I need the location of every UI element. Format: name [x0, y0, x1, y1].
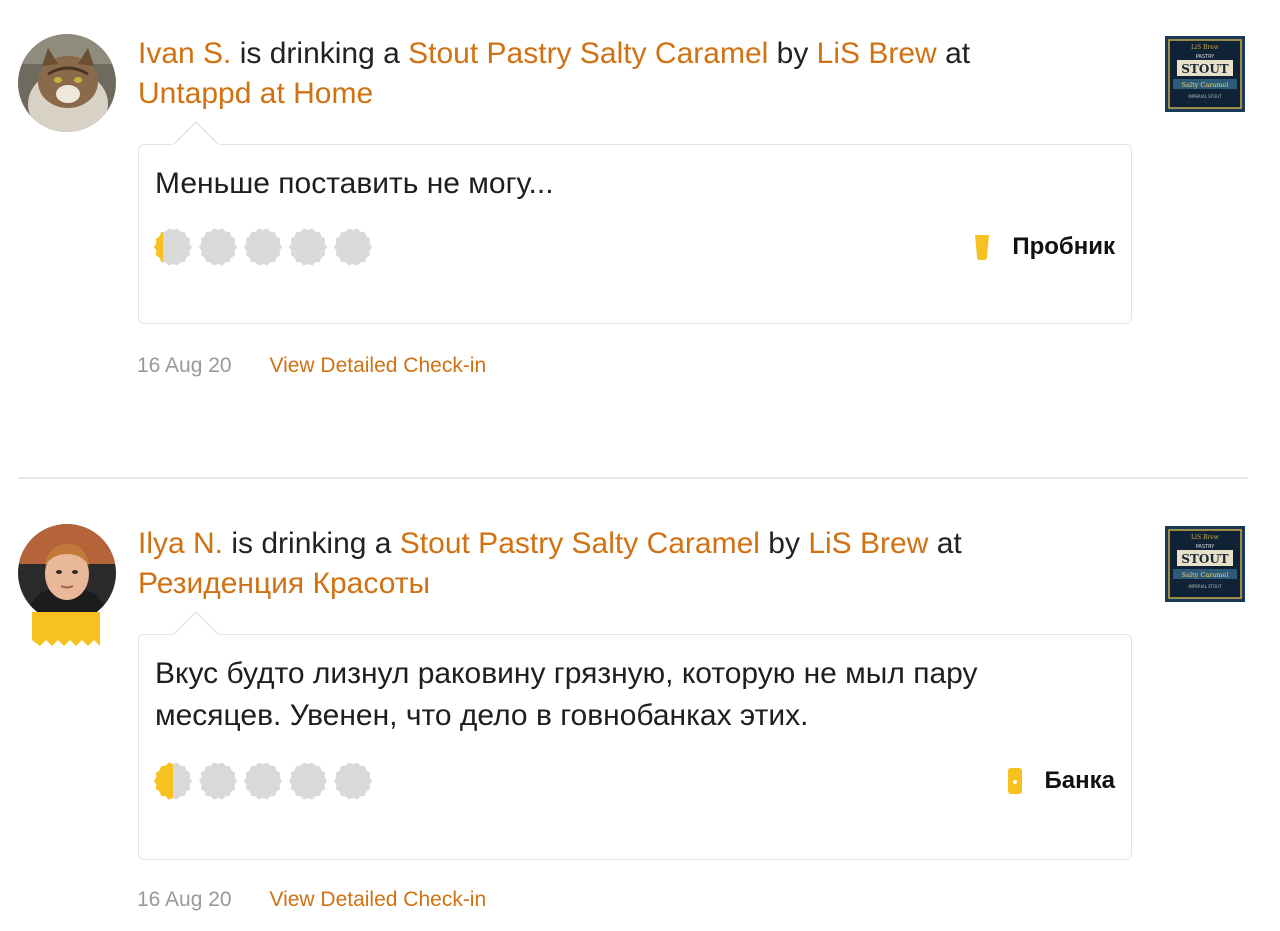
- beer-label-image[interactable]: LiS Brew PASTRY STOUT Salty Caramel IMPE…: [1165, 526, 1245, 602]
- supporter-ribbon-icon: [32, 612, 100, 646]
- user-avatar[interactable]: [18, 34, 116, 132]
- rating-cap-icon: [289, 762, 327, 800]
- beer-label-brand: LiS Brew: [1191, 534, 1220, 541]
- beer-label-flavor: Salty Caramel: [1182, 81, 1229, 89]
- drinking-text: is drinking a: [239, 37, 400, 70]
- person-avatar-image: [18, 524, 116, 622]
- view-detailed-checkin-link[interactable]: View Detailed Check-in: [269, 354, 486, 377]
- brewery-link[interactable]: LiS Brew: [808, 527, 928, 560]
- rating-cap-icon: [244, 228, 282, 266]
- user-avatar[interactable]: [18, 524, 116, 622]
- beer-label-flavor: Salty Caramel: [1182, 571, 1229, 579]
- rating-cap-icon: [334, 228, 372, 266]
- user-link[interactable]: Ilya N.: [138, 527, 223, 560]
- brewery-link[interactable]: LiS Brew: [817, 37, 937, 70]
- at-text: at: [945, 37, 971, 70]
- rating-caps: [153, 227, 393, 267]
- rating-cap-icon: [334, 762, 372, 800]
- rating-cap-icon: [199, 228, 237, 266]
- checkin-headline: Ivan S. is drinking a Stout Pastry Salty…: [138, 34, 1138, 114]
- serving-label: Банка: [1044, 767, 1115, 794]
- beer-label-brand: LiS Brew: [1191, 44, 1220, 51]
- bubble-pointer: [173, 611, 219, 635]
- drinking-text: is drinking a: [231, 527, 392, 560]
- cat-avatar-image: [18, 34, 116, 132]
- taster-glass-icon: [975, 235, 990, 260]
- venue-link[interactable]: Untappd at Home: [138, 77, 373, 110]
- checkin-comment: Вкус будто лизнул раковину грязную, кото…: [155, 657, 978, 732]
- at-text: at: [936, 527, 962, 560]
- rating-cap-icon: [289, 228, 327, 266]
- beer-label-bottom: IMPERIAL STOUT: [1188, 584, 1222, 589]
- by-text: by: [776, 37, 809, 70]
- serving-label: Пробник: [1012, 233, 1115, 260]
- checkin-meta: 16 Aug 20 View Detailed Check-in: [137, 888, 486, 912]
- serving-type: Пробник: [974, 233, 1115, 261]
- beer-link[interactable]: Stout Pastry Salty Caramel: [400, 527, 760, 560]
- rating-cap-icon: [199, 762, 237, 800]
- beer-label-style: PASTRY: [1196, 54, 1215, 60]
- checkin-comment-box: Вкус будто лизнул раковину грязную, кото…: [138, 611, 1132, 860]
- beer-label-image[interactable]: LiS Brew PASTRY STOUT Salty Caramel IMPE…: [1165, 36, 1245, 112]
- rating-cap-icon: [244, 762, 282, 800]
- beer-label-bottom: IMPERIAL STOUT: [1188, 94, 1222, 99]
- user-link[interactable]: Ivan S.: [138, 37, 231, 70]
- beer-label-style: PASTRY: [1196, 544, 1215, 550]
- checkin-meta: 16 Aug 20 View Detailed Check-in: [137, 354, 486, 378]
- serving-type: Банка: [1007, 767, 1115, 795]
- beer-label-name: STOUT: [1181, 552, 1229, 566]
- rating-cap-icon: [154, 762, 192, 800]
- by-text: by: [768, 527, 800, 560]
- venue-link[interactable]: Резиденция Красоты: [138, 567, 430, 600]
- view-detailed-checkin-link[interactable]: View Detailed Check-in: [269, 888, 486, 911]
- beer-label-name: STOUT: [1181, 62, 1229, 76]
- checkin-headline: Ilya N. is drinking a Stout Pastry Salty…: [138, 524, 1138, 604]
- rating-cap-icon: [154, 228, 192, 266]
- feed-divider: [18, 477, 1248, 479]
- rating-caps: [153, 761, 393, 801]
- checkin-comment: Меньше поставить не могу...: [155, 167, 554, 200]
- can-icon: [1007, 768, 1022, 794]
- checkin-date[interactable]: 16 Aug 20: [137, 888, 232, 911]
- beer-link[interactable]: Stout Pastry Salty Caramel: [408, 37, 768, 70]
- checkin-comment-box: Меньше поставить не могу... Пробник: [138, 121, 1132, 324]
- bubble-pointer: [173, 121, 219, 145]
- checkin-date[interactable]: 16 Aug 20: [137, 354, 232, 377]
